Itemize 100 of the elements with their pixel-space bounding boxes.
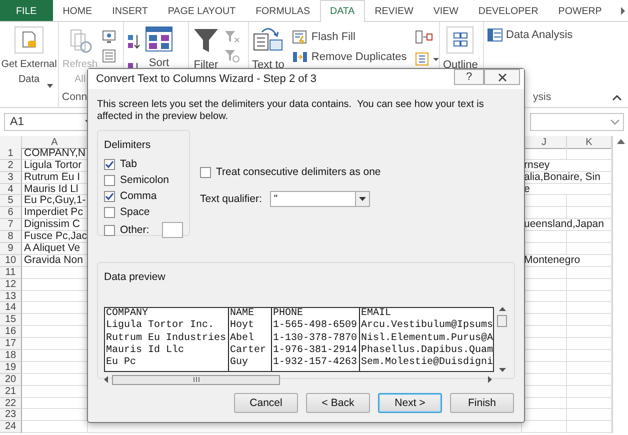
checkbox[interactable] (104, 174, 115, 186)
column-header[interactable]: K (567, 136, 612, 149)
preview-cell: Mauris Id Llc (106, 344, 184, 356)
cell[interactable] (22, 421, 88, 434)
select-all-button[interactable] (0, 136, 22, 149)
help-button[interactable]: ? (454, 69, 484, 85)
column-header[interactable]: A (22, 136, 88, 149)
vertical-scrollbar[interactable] (496, 307, 508, 372)
other-delimiter-field[interactable] (162, 222, 183, 238)
checkbox-label[interactable]: Semicolon (120, 174, 170, 186)
filter-icon (192, 26, 220, 54)
preview-cell: 1-130-378-7870 (273, 332, 358, 344)
scroll-right-icon (488, 376, 492, 383)
preview-cell: PHONE (273, 308, 304, 319)
row-header[interactable]: 7 (0, 219, 22, 232)
row-header[interactable]: 24 (0, 421, 22, 434)
field-label: Text qualifier: (200, 193, 262, 205)
row-header[interactable]: 3 (0, 172, 22, 184)
ribbon-tab[interactable]: POWERP (548, 0, 612, 21)
row-header[interactable]: 9 (0, 243, 22, 255)
ribbon-tab[interactable]: DATA (320, 0, 365, 22)
data-analysis-button[interactable]: Data Analysis (487, 28, 573, 42)
preview-cell: NAME (230, 308, 254, 319)
properties-icon (102, 49, 116, 63)
checkbox-label[interactable]: Treat consecutive delimiters as one (216, 166, 381, 178)
scroll-thumb[interactable] (497, 315, 507, 327)
row-header[interactable]: 12 (0, 278, 22, 291)
text-qualifier-dropdown[interactable]: " (270, 191, 370, 207)
close-button[interactable] (484, 69, 520, 85)
row-header[interactable]: 20 (0, 374, 22, 386)
preview-cell: Eu Pc (106, 357, 136, 368)
row-header[interactable]: 21 (0, 386, 22, 398)
column-header[interactable]: J (522, 136, 567, 149)
row-header[interactable]: 14 (0, 302, 22, 314)
checkbox[interactable] (200, 166, 211, 178)
preview-cell: Phasellus.Dapibus.Quam (361, 344, 493, 356)
dialog-button[interactable]: < Back (306, 393, 370, 413)
row-header[interactable]: 11 (0, 266, 22, 279)
connections-icon (102, 30, 116, 44)
get-external-data-button[interactable]: Get External Data (1, 26, 57, 107)
checkbox-label[interactable]: Space (120, 206, 150, 218)
dialog-button[interactable]: Next > (378, 393, 442, 413)
ribbon-tab[interactable]: FORMULAS (246, 0, 320, 21)
ribbon-tab[interactable]: HOME (52, 0, 102, 21)
row-header[interactable]: 13 (0, 290, 22, 302)
ribbon-tab[interactable]: VIEW (423, 0, 468, 21)
ribbon-tab[interactable]: INSERT (102, 0, 158, 21)
scroll-left-icon (104, 376, 108, 383)
row-header[interactable]: 16 (0, 326, 22, 338)
preview-cell: 1-976-381-2914 (273, 344, 358, 356)
row-header[interactable]: 15 (0, 314, 22, 326)
group-title: Delimiters (104, 139, 151, 151)
database-document-icon (14, 26, 44, 54)
file-tab[interactable]: FILE (0, 0, 53, 21)
preview-cell: Rutrum Eu Industries (106, 332, 226, 344)
dialog-button[interactable]: Finish (450, 393, 514, 413)
consolidate-icon (414, 30, 433, 44)
row-header[interactable]: 5 (0, 195, 22, 208)
preview-cell: Nisl.Elementum.Purus@A (361, 332, 493, 344)
ribbon-tab[interactable]: DEVELOPER (468, 0, 548, 21)
scroll-down-icon (498, 368, 506, 372)
preview-cell: Arcu.Vestibulum@Ipsums (361, 320, 493, 332)
row-header[interactable]: 4 (0, 184, 22, 196)
row-header[interactable]: 10 (0, 254, 22, 267)
row-header[interactable]: 2 (0, 160, 22, 172)
grip-icon (192, 377, 200, 382)
checkbox-label[interactable]: Tab (120, 158, 137, 170)
preview-cell: Carter (230, 344, 266, 356)
checkbox[interactable] (104, 158, 115, 170)
checkbox[interactable] (104, 206, 115, 218)
row-header[interactable]: 19 (0, 362, 22, 374)
row-header[interactable]: 8 (0, 231, 22, 244)
preview-cell: Sem.Molestie@Duisdigni (361, 357, 493, 368)
flash-fill-button[interactable]: Flash Fill (292, 30, 407, 44)
outline-icon (446, 26, 474, 54)
data-analysis-icon (487, 28, 503, 42)
remove-duplicates-icon (292, 50, 308, 64)
row-header[interactable]: 18 (0, 350, 22, 362)
sort-ascending-icon (127, 34, 141, 50)
checkbox[interactable] (104, 190, 115, 202)
row-header[interactable]: 22 (0, 398, 22, 410)
scroll-thumb[interactable] (112, 374, 280, 384)
preview-cell: Ligula Tortor Inc. (106, 320, 214, 332)
dialog-button[interactable]: Cancel (234, 393, 298, 413)
row-header[interactable]: 6 (0, 207, 22, 220)
remove-duplicates-button[interactable]: Remove Duplicates (292, 50, 407, 64)
preview-cell: Guy (230, 357, 248, 368)
row-header[interactable]: 17 (0, 338, 22, 350)
scroll-up-icon (498, 307, 506, 311)
checkbox-label[interactable]: Comma (120, 190, 157, 202)
row-header[interactable]: 23 (0, 409, 22, 422)
collapse-ribbon-icon (612, 95, 622, 101)
checkbox[interactable] (104, 224, 115, 236)
ribbon-tab[interactable]: PAGE LAYOUT (158, 0, 246, 21)
sort-icon (145, 26, 173, 52)
formula-bar-field[interactable] (530, 113, 624, 131)
row-header[interactable]: 1 (0, 148, 22, 160)
horizontal-scrollbar[interactable] (104, 374, 492, 385)
checkbox-label[interactable]: Other: (120, 224, 150, 236)
ribbon-tab[interactable]: REVIEW (364, 0, 424, 21)
